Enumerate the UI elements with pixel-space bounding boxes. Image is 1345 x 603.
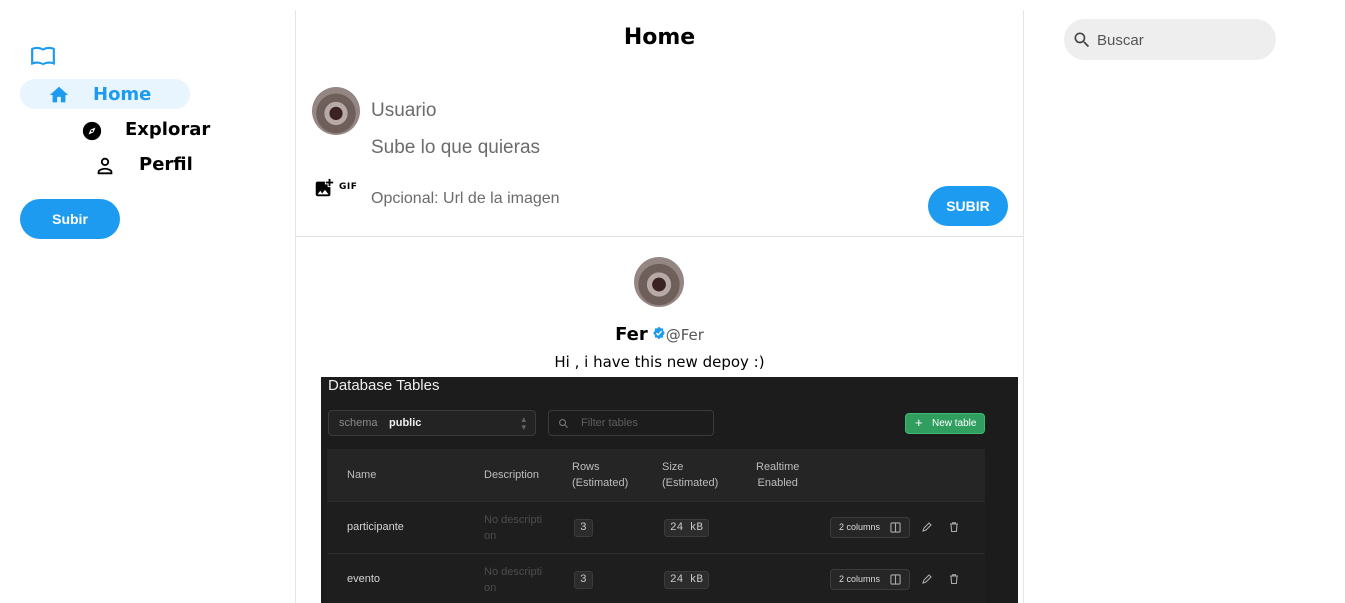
row-name: evento	[347, 573, 381, 585]
columns-button: 2 columns	[830, 569, 910, 590]
compass-icon	[82, 121, 102, 141]
columns-button: 2 columns	[830, 517, 910, 538]
search-icon	[559, 419, 569, 429]
edit-icon	[922, 522, 932, 532]
nav-home-label: Home	[93, 84, 152, 105]
columns-label: 2 columns	[839, 522, 881, 532]
gif-icon[interactable]: GIF	[339, 182, 357, 192]
user-icon	[97, 157, 113, 175]
post-image: Database Tables schema public ▴ ▾ Filter …	[321, 377, 1018, 603]
new-table-button: + New table	[905, 413, 985, 434]
table-header: Name Description Rows (Estimated) Size (Es…	[327, 449, 985, 501]
image-url-input[interactable]: Opcional: Url de la imagen	[371, 190, 560, 208]
post-avatar[interactable]	[634, 257, 684, 307]
user-input[interactable]: Usuario	[371, 100, 436, 122]
subir-button[interactable]: Subir	[20, 199, 120, 239]
col-realtime: Realtime Enabled	[756, 461, 800, 489]
col-description: Description	[484, 469, 540, 481]
edit-icon	[922, 574, 932, 584]
nav-item-home[interactable]: Home	[20, 79, 190, 109]
row-count: 3	[574, 519, 593, 537]
trash-icon	[950, 574, 958, 585]
filter-placeholder: Filter tables	[581, 417, 638, 429]
schema-select: schema public ▴ ▾	[328, 410, 536, 436]
nav-item-explorar[interactable]: Explorar	[80, 116, 220, 146]
post-author-handle[interactable]: @Fer	[666, 326, 704, 344]
row-description: No descripti on	[484, 514, 543, 542]
post-text: Hi , i have this new depoy :)	[554, 353, 765, 371]
composer: Home Usuario Sube lo que quieras GIF Opc…	[296, 10, 1023, 237]
new-table-label: New table	[932, 418, 977, 429]
columns-icon	[890, 574, 901, 585]
search-icon	[1074, 32, 1090, 48]
col-rows: Rows (Estimated)	[572, 461, 629, 489]
filter-tables-input: Filter tables	[548, 410, 714, 436]
book-open-icon[interactable]	[28, 42, 58, 68]
submit-post-button[interactable]: SUBIR	[928, 186, 1008, 226]
left-sidebar: Home Explorar Perfil Subir	[0, 0, 296, 603]
search-input[interactable]	[1097, 29, 1262, 51]
trash-icon	[950, 522, 958, 533]
row-size: 24 kB	[664, 519, 710, 537]
table-row: evento No descripti on 3 24 kB 2 columns	[327, 553, 985, 603]
post-author-name[interactable]: Fer	[615, 324, 648, 345]
add-image-icon[interactable]	[313, 177, 335, 199]
avatar	[312, 87, 360, 135]
row-count: 3	[574, 571, 593, 589]
db-title: Database Tables	[328, 377, 440, 394]
nav-perfil-label: Perfil	[139, 154, 193, 175]
plus-icon: +	[915, 415, 923, 430]
col-name: Name	[347, 469, 377, 481]
row-size: 24 kB	[664, 571, 710, 589]
table-row: participante No descripti on 3 24 kB 2 co…	[327, 501, 985, 553]
schema-value: public	[389, 417, 422, 429]
row-description: No descripti on	[484, 566, 543, 594]
post-card: Fer @Fer Hi , i have this new depoy :) Da…	[296, 238, 1023, 603]
select-caret-icon: ▴ ▾	[521, 414, 526, 432]
columns-icon	[890, 522, 901, 533]
col-size: Size (Estimated)	[662, 461, 719, 489]
page-title: Home	[623, 25, 696, 50]
post-text-input[interactable]: Sube lo que quieras	[371, 137, 540, 159]
search-box	[1064, 19, 1276, 60]
row-name: participante	[347, 521, 404, 533]
columns-label: 2 columns	[839, 574, 881, 584]
home-icon	[49, 86, 69, 103]
nav-item-perfil[interactable]: Perfil	[94, 151, 204, 181]
nav-explorar-label: Explorar	[125, 119, 211, 140]
schema-label: schema	[339, 417, 378, 429]
verified-badge-icon	[652, 326, 665, 340]
post-header: Fer @Fer	[296, 324, 1023, 345]
main-column: Home Usuario Sube lo que quieras GIF Opc…	[295, 10, 1024, 603]
